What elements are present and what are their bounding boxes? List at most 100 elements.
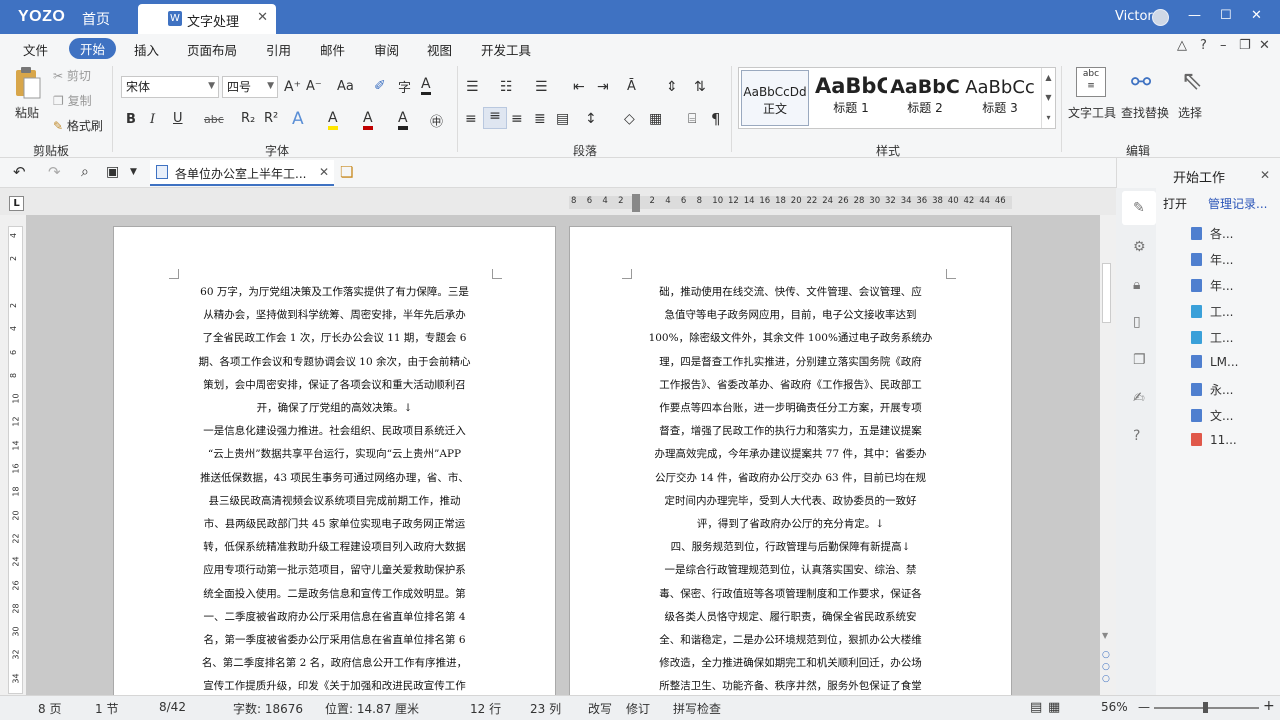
text-line[interactable]: 修改造，全力推进确保如期完工和机关顺利回迁，办公场 [570,655,1011,670]
style-heading-3[interactable]: AaBbCc 标题 3 [963,70,1037,126]
cursor-icon[interactable]: ⇖ [1181,66,1203,96]
text-line[interactable]: 了全省民政工作会 1 次，厅长办公会议 11 期，专题会 6 [114,330,555,345]
text-line[interactable]: 全、和谐稳定，二是办公环境规范到位，狠抓办公大楼维 [570,632,1011,647]
help-circle-icon[interactable]: ? [1133,428,1140,444]
paste-label[interactable]: 粘贴 [15,104,39,121]
indent-marker[interactable] [632,194,640,212]
web-layout-icon[interactable]: ▦ [1048,700,1060,715]
save-icon[interactable]: ▣ [106,164,119,180]
file-tab[interactable]: 各单位办公室上半年工... ✕ [150,160,334,186]
doc-minimize-icon[interactable]: – [1220,38,1227,53]
recent-file-item[interactable]: 各... [1191,225,1233,242]
style-heading-1[interactable]: AaBbC 标题 1 [815,70,887,126]
recent-file-item[interactable]: 文... [1191,407,1233,424]
text-line[interactable]: 四、服务规范到位，行政管理与后勤保障有新提高↓ [570,539,1011,554]
scroll-thumb[interactable] [1102,263,1111,323]
recent-file-item[interactable]: LM... [1191,355,1238,369]
manage-records-link[interactable]: 管理记录... [1208,195,1267,212]
menu-developer[interactable]: 开发工具 [481,40,531,59]
justify-icon[interactable]: ≣ [534,111,546,127]
minimize-button[interactable]: — [1188,8,1201,23]
text-line[interactable]: 开，确保了厅党组的高效决策。↓ [114,400,555,415]
grow-font-button[interactable]: A⁺ [284,79,301,95]
panel-close-icon[interactable]: ✕ [1260,168,1270,182]
doc-restore-icon[interactable]: ❐ [1239,38,1251,53]
menu-review[interactable]: 审阅 [374,40,399,59]
show-marks-button[interactable]: ¶ [711,110,721,128]
spell-check[interactable]: 拼写检查 [673,700,721,717]
text-line[interactable]: 期、各项工作会议和专题协调会议 10 余次，由于会前精心 [114,354,555,369]
document-canvas[interactable]: 60 万字，为厅党组决策及工作落实提供了有力保障。三是 从精办会，坚持做到科学统筹… [26,215,1100,695]
copy-pages-icon[interactable]: ❐ [1133,352,1146,368]
recent-file-item[interactable]: 永... [1191,381,1233,398]
new-doc-icon[interactable]: ❏ [340,163,353,181]
font-family-select[interactable]: 宋体 ▼ [121,76,219,98]
text-tools-icon[interactable]: abc ≡ [1076,67,1106,97]
text-line[interactable]: 推送低保数据，43 项民生事务可通过网络办理，省、市、 [114,470,555,485]
text-line[interactable]: 应用专项行动第一批示范项目，留守儿童关爱救助保护系 [114,562,555,577]
text-line[interactable]: 督查，增强了民政工作的执行力和落实力，五是建议提案 [570,423,1011,438]
align-center-icon[interactable]: ≡ [483,107,507,129]
font-size-select[interactable]: 四号 ▼ [222,76,278,98]
page-position[interactable]: 8/42 [159,700,186,714]
distribute-icon[interactable]: ▤ [556,111,569,127]
doc-close-icon[interactable]: ✕ [1259,38,1270,53]
undo-icon[interactable]: ↶ [13,163,26,181]
highlight-button[interactable]: A [328,110,338,130]
multilevel-list-icon[interactable]: ☰ [535,79,548,95]
text-line[interactable]: 宣传工作提质升级，印发《关于加强和改进民政宣传工作 [114,678,555,693]
text-effect-icon[interactable]: A [292,109,304,129]
text-line[interactable]: 所整洁卫生、功能齐备、秩序井然，服务外包保证了食堂 [570,678,1011,693]
char-border-button[interactable]: A [421,76,431,95]
strikethrough-button[interactable]: abc [204,113,224,126]
find-replace-button[interactable]: 查找替换 [1121,104,1169,121]
text-line[interactable]: 一、二季度被省政府办公厅采用信息在省直单位排名第 4 [114,609,555,624]
lock-icon[interactable]: 🔒︎ [1133,277,1140,293]
text-line[interactable]: 急值守等电子政务网应用，目前，电子公文接收率达到 [570,307,1011,322]
style-heading-2[interactable]: AaBbC 标题 2 [889,70,961,126]
redo-icon[interactable]: ↷ [48,163,61,181]
recent-file-item[interactable]: 11... [1191,433,1237,447]
zoom-slider-thumb[interactable] [1203,702,1208,713]
doc-tab[interactable]: W 文字处理 ✕ [138,4,276,34]
avatar[interactable] [1152,9,1169,26]
print-preview-icon[interactable]: ⌕ [81,164,89,180]
text-line[interactable]: 60 万字，为厅党组决策及工作落实提供了有力保障。三是 [114,284,555,299]
open-link[interactable]: 打开 [1163,195,1187,212]
text-line[interactable]: “云上贵州”数据共享平台运行，实现向“云上贵州”APP [114,446,555,461]
help-icon[interactable]: ? [1200,38,1207,53]
tab-type-button[interactable]: L [9,196,24,211]
text-line[interactable]: 定时间内办理完毕，受到人大代表、政协委员的一致好 [570,493,1011,508]
text-tools-button[interactable]: 文字工具 [1068,104,1116,121]
menu-mail[interactable]: 邮件 [320,40,345,59]
text-line[interactable]: 办理高效完成，今年承办建议提案共 77 件，其中：省委办 [570,446,1011,461]
zoom-out-button[interactable]: — [1138,700,1150,714]
collapse-ribbon-icon[interactable]: △ [1177,38,1187,53]
text-line[interactable]: 工作报告》、省委改革办、省政府《工作报告》、民政部工 [570,377,1011,392]
phonetic-icon[interactable]: 字 [398,77,411,96]
menu-insert[interactable]: 插入 [134,40,159,59]
zoom-level[interactable]: 56% [1101,700,1128,714]
align-right-icon[interactable]: ≡ [511,111,523,127]
page-left[interactable]: 60 万字，为厅党组决策及工作落实提供了有力保障。三是 从精办会，坚持做到科学统筹… [113,226,556,695]
text-line[interactable]: 统全面投入使用。二是政务信息和宣传工作成效明显。第 [114,586,555,601]
char-scale-icon[interactable]: Ā [627,79,636,94]
settings-sliders-icon[interactable]: ⚙ [1133,239,1146,255]
shrink-font-button[interactable]: A⁻ [306,79,322,94]
pen-icon[interactable]: ✎ [1133,200,1145,216]
file-tab-close-icon[interactable]: ✕ [319,165,329,179]
menu-layout[interactable]: 页面布局 [187,40,237,59]
clear-format-icon[interactable]: ✐ [374,78,386,94]
print-layout-icon[interactable]: ▤ [1030,700,1042,715]
style-normal[interactable]: AaBbCcDd 正文 [741,70,809,126]
text-line[interactable]: 县三级民政高清视频会议系统项目完成前期工作，推动 [114,493,555,508]
menu-view[interactable]: 视图 [427,40,452,59]
overwrite-mode[interactable]: 改写 [588,700,612,717]
text-line[interactable]: 100%，除密级文件外，其余文件 100%通过电子政务系统办 [570,330,1011,345]
increase-indent-icon[interactable]: ⇥ [597,79,609,95]
home-tab[interactable]: 首页 [82,9,110,29]
styles-scroll[interactable]: ▲ ▼ ▾ [1041,68,1055,128]
bold-button[interactable]: B [126,112,136,127]
edit-icon[interactable]: ✍ [1133,390,1145,406]
text-line[interactable]: 作要点等四本台账，进一步明确责任分工方案，开展专项 [570,400,1011,415]
